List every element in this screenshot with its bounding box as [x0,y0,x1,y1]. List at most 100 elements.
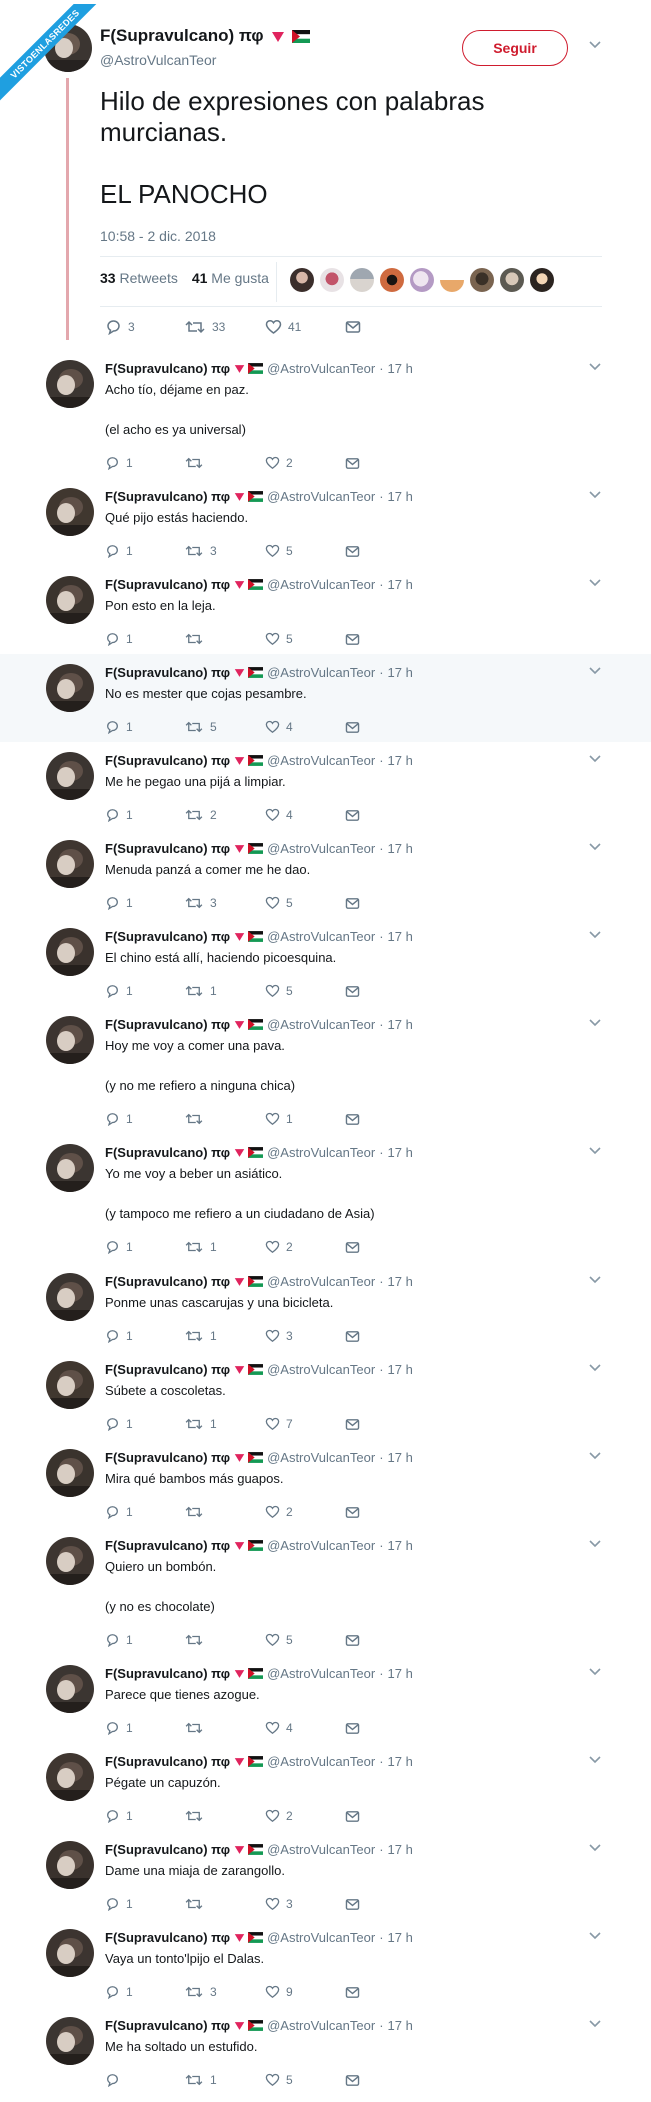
chevron-down-icon[interactable] [588,1363,602,1373]
chevron-down-icon[interactable] [588,1451,602,1461]
author-handle[interactable]: @AstroVulcanTeor [267,1450,375,1465]
author-avatar[interactable] [46,1841,94,1889]
author-name[interactable]: F(Supravulcano) πφ [105,489,230,504]
message-action[interactable] [345,2074,425,2087]
follow-button[interactable]: Seguir [462,30,568,66]
author-name[interactable]: F(Supravulcano) πφ [105,841,230,856]
liker-avatar[interactable] [290,268,314,292]
reply-action[interactable]: 1 [105,984,185,998]
author-name[interactable]: F(Supravulcano) πφ [105,2018,230,2033]
retweet-action[interactable]: 1 [185,1329,265,1343]
reply-action[interactable]: 1 [105,1985,185,1999]
author-name[interactable]: F(Supravulcano) πφ [105,1017,230,1032]
retweet-action[interactable]: 1 [185,2073,265,2087]
message-action[interactable] [345,1241,425,1254]
retweet-action[interactable]: 3 [185,1985,265,1999]
like-action[interactable]: 5 [265,896,345,910]
retweet-action[interactable]: 1 [185,1240,265,1254]
author-name[interactable]: F(Supravulcano) πφ [105,1930,230,1945]
author-avatar[interactable] [46,1753,94,1801]
author-name[interactable]: F(Supravulcano) πφ [105,665,230,680]
retweet-action[interactable]: 33 [185,319,265,335]
author-name[interactable]: F(Supravulcano) πφ [105,1754,230,1769]
author-avatar[interactable] [46,1361,94,1409]
message-action[interactable] [345,545,425,558]
reply-tweet[interactable]: F(Supravulcano) πφ @AstroVulcanTeor · 17 h P… [0,566,651,654]
like-action[interactable]: 2 [265,1240,345,1254]
author-handle[interactable]: @AstroVulcanTeor [267,1274,375,1289]
reply-tweet[interactable]: F(Supravulcano) πφ @AstroVulcanTeor · 17 h M… [0,742,651,830]
author-avatar[interactable] [46,1016,94,1064]
author-handle[interactable]: @AstroVulcanTeor [267,1666,375,1681]
chevron-down-icon[interactable] [588,842,602,852]
like-action[interactable]: 7 [265,1417,345,1431]
like-action[interactable]: 2 [265,1505,345,1519]
author-handle[interactable]: @AstroVulcanTeor [267,361,375,376]
liker-avatar[interactable] [470,268,494,292]
reply-time[interactable]: 17 h [388,1930,413,1945]
message-action[interactable] [345,1113,425,1126]
chevron-down-icon[interactable] [588,362,602,372]
reply-time[interactable]: 17 h [388,1017,413,1032]
retweet-action[interactable] [185,1112,265,1126]
reply-action[interactable]: 1 [105,1809,185,1823]
message-action[interactable] [345,1330,425,1343]
author-avatar[interactable] [46,928,94,976]
author-name[interactable]: F(Supravulcano) πφ [105,1666,230,1681]
author-name[interactable]: F(Supravulcano) πφ [105,929,230,944]
like-action[interactable]: 5 [265,984,345,998]
reply-time[interactable]: 17 h [388,1145,413,1160]
reply-time[interactable]: 17 h [388,2018,413,2033]
chevron-down-icon[interactable] [588,1146,602,1156]
retweet-action[interactable] [185,632,265,646]
author-avatar[interactable] [46,1449,94,1497]
reply-time[interactable]: 17 h [388,489,413,504]
reply-time[interactable]: 17 h [388,1754,413,1769]
author-handle[interactable]: @AstroVulcanTeor [267,489,375,504]
reply-action[interactable]: 1 [105,456,185,470]
chevron-down-icon[interactable] [588,490,602,500]
chevron-down-icon[interactable] [588,1755,602,1765]
message-action[interactable] [345,1810,425,1823]
reply-time[interactable]: 17 h [388,1538,413,1553]
like-action[interactable]: 3 [265,1329,345,1343]
reply-action[interactable] [105,2073,185,2087]
author-name[interactable]: F(Supravulcano) πφ [105,1145,230,1160]
like-action[interactable]: 4 [265,808,345,822]
message-action[interactable] [345,1722,425,1735]
reply-tweet[interactable]: F(Supravulcano) πφ @AstroVulcanTeor · 17 h M… [0,1439,651,1527]
chevron-down-icon[interactable] [588,2019,602,2029]
reply-action[interactable]: 1 [105,1721,185,1735]
like-action[interactable]: 41 [265,319,345,335]
reply-tweet[interactable]: F(Supravulcano) πφ @AstroVulcanTeor · 17 h D… [0,1831,651,1919]
liker-avatar[interactable] [410,268,434,292]
liker-avatar[interactable] [440,268,464,292]
author-avatar[interactable] [46,576,94,624]
reply-action[interactable]: 1 [105,1417,185,1431]
retweet-action[interactable] [185,1505,265,1519]
retweets-stat[interactable]: 33 Retweets [100,270,178,286]
author-avatar[interactable] [46,1273,94,1321]
author-handle[interactable]: @AstroVulcanTeor [267,1930,375,1945]
reply-tweet[interactable]: F(Supravulcano) πφ @AstroVulcanTeor · 17 h M… [0,830,651,918]
chevron-down-icon[interactable] [588,1931,602,1941]
chevron-down-icon[interactable] [588,40,602,50]
retweet-action[interactable] [185,1721,265,1735]
message-action[interactable] [345,1418,425,1431]
like-action[interactable]: 5 [265,2073,345,2087]
reply-tweet[interactable]: F(Supravulcano) πφ @AstroVulcanTeor · 17 h P… [0,1655,651,1743]
author-name[interactable]: F(Supravulcano) πφ [105,577,230,592]
like-action[interactable]: 1 [265,1112,345,1126]
message-action[interactable] [345,809,425,822]
chevron-down-icon[interactable] [588,1275,602,1285]
reply-time[interactable]: 17 h [388,577,413,592]
reply-action[interactable]: 1 [105,1505,185,1519]
retweet-action[interactable] [185,1633,265,1647]
author-handle[interactable]: @AstroVulcanTeor [267,577,375,592]
reply-tweet[interactable]: F(Supravulcano) πφ @AstroVulcanTeor · 17 h Q… [0,478,651,566]
retweet-action[interactable]: 5 [185,720,265,734]
reply-tweet[interactable]: F(Supravulcano) πφ @AstroVulcanTeor · 17 h E… [0,918,651,1006]
message-action[interactable] [345,633,425,646]
reply-time[interactable]: 17 h [388,1274,413,1289]
like-action[interactable]: 4 [265,1721,345,1735]
